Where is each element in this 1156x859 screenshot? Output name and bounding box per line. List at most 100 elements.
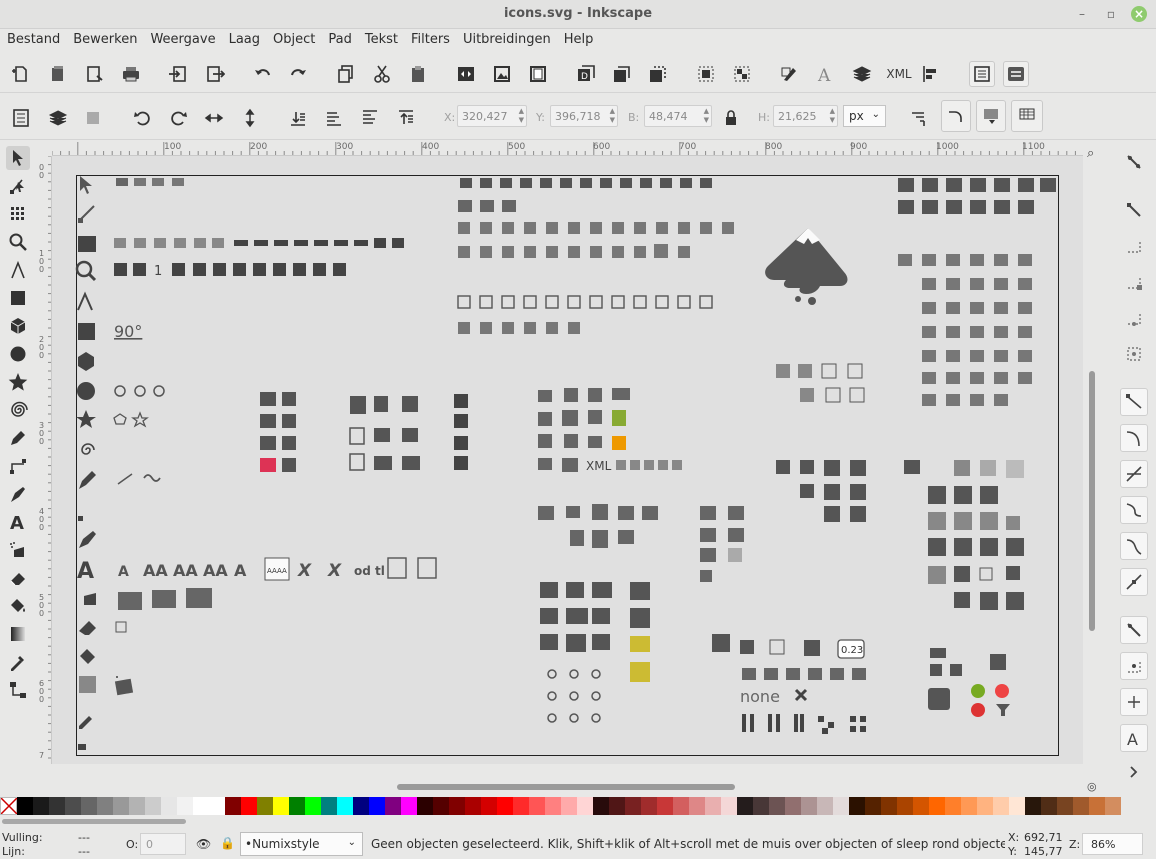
measure-tool-icon[interactable] (6, 258, 30, 282)
color-swatch[interactable] (33, 797, 49, 815)
horizontal-scroll-thumb[interactable] (397, 784, 735, 790)
spray-tool-icon[interactable] (6, 538, 30, 562)
color-swatch[interactable] (257, 797, 273, 815)
select-all-icon[interactable] (8, 105, 34, 131)
color-swatch[interactable] (1089, 797, 1105, 815)
cut-icon[interactable] (369, 61, 395, 87)
color-swatch[interactable] (129, 797, 145, 815)
print-icon[interactable] (118, 61, 144, 87)
raise-to-top-icon[interactable] (393, 105, 419, 131)
color-swatch[interactable] (1041, 797, 1057, 815)
document-properties-icon[interactable] (969, 61, 995, 87)
rectangle-tool-icon[interactable] (6, 286, 30, 310)
open-document-icon[interactable] (45, 61, 71, 87)
color-swatch[interactable] (321, 797, 337, 815)
menu-uitbreidingen[interactable]: Uitbreidingen (463, 29, 558, 51)
color-swatch[interactable] (385, 797, 401, 815)
color-swatch[interactable] (113, 797, 129, 815)
color-swatch[interactable] (161, 797, 177, 815)
color-swatch[interactable] (769, 797, 785, 815)
gradient-tool-icon[interactable] (6, 622, 30, 646)
ungroup-icon[interactable] (729, 61, 755, 87)
color-swatch[interactable] (417, 797, 433, 815)
color-swatch[interactable] (641, 797, 657, 815)
color-swatch[interactable] (17, 797, 33, 815)
color-swatch[interactable] (577, 797, 593, 815)
color-swatch[interactable] (65, 797, 81, 815)
color-swatch[interactable] (513, 797, 529, 815)
bezier-tool-icon[interactable] (6, 454, 30, 478)
color-swatch[interactable] (49, 797, 65, 815)
redo-icon[interactable] (285, 61, 311, 87)
color-swatch[interactable] (449, 797, 465, 815)
color-swatch[interactable] (1105, 797, 1121, 815)
lower-icon[interactable] (321, 105, 347, 131)
clone-icon[interactable] (609, 61, 635, 87)
deselect-icon[interactable] (80, 105, 106, 131)
undo-icon[interactable] (250, 61, 276, 87)
import-icon[interactable] (165, 61, 191, 87)
color-swatch[interactable] (801, 797, 817, 815)
color-swatch[interactable] (241, 797, 257, 815)
color-swatch[interactable] (865, 797, 881, 815)
align-distribute-icon[interactable] (918, 61, 944, 87)
vertical-scrollbar[interactable] (1085, 156, 1099, 776)
color-swatch[interactable] (97, 797, 113, 815)
eraser-tool-icon[interactable] (6, 566, 30, 590)
color-swatch[interactable] (897, 797, 913, 815)
scale-stroke-icon[interactable] (906, 105, 932, 131)
eye-icon[interactable]: 👁 (196, 837, 211, 851)
unit-select[interactable]: px ⌄ (843, 105, 886, 127)
menu-filters[interactable]: Filters (411, 29, 457, 51)
snap-enable-icon[interactable] (1120, 148, 1148, 176)
snap-nodes-icon[interactable] (1120, 388, 1148, 416)
snap-bbox-center-icon[interactable] (1120, 340, 1148, 368)
layer-select[interactable]: •Numixstyle ⌄ (240, 832, 363, 856)
raise-icon[interactable] (357, 105, 383, 131)
select-all-layers-icon[interactable] (45, 105, 71, 131)
layers-icon[interactable] (849, 61, 875, 87)
text-tool-icon[interactable]: A (6, 510, 30, 534)
minimize-icon[interactable]: – (1074, 6, 1090, 22)
snap-cusp-nodes-icon[interactable] (1120, 496, 1148, 524)
calligraphy-tool-icon[interactable] (6, 482, 30, 506)
palette-scroll-thumb[interactable] (2, 819, 186, 824)
flip-vertical-icon[interactable] (237, 105, 263, 131)
color-swatch[interactable] (81, 797, 97, 815)
new-document-icon[interactable] (8, 61, 34, 87)
snap-bbox-midpoint-icon[interactable] (1120, 304, 1148, 332)
dropper-tool-icon[interactable] (6, 650, 30, 674)
color-swatch[interactable] (913, 797, 929, 815)
color-swatch[interactable] (369, 797, 385, 815)
menu-pad[interactable]: Pad (328, 29, 358, 51)
move-gradients-icon[interactable] (976, 100, 1006, 132)
color-palette[interactable] (0, 797, 1156, 815)
duplicate-icon[interactable]: D (573, 61, 599, 87)
color-swatch[interactable] (689, 797, 705, 815)
zoom-page-icon[interactable] (525, 61, 551, 87)
color-swatch[interactable] (625, 797, 641, 815)
snap-object-centers-icon[interactable] (1120, 616, 1148, 644)
vertical-scroll-thumb[interactable] (1089, 371, 1095, 631)
y-field[interactable]: 396,718 ▲ ▼ (550, 105, 618, 127)
color-swatch[interactable] (337, 797, 353, 815)
export-icon[interactable] (202, 61, 228, 87)
snap-midpoints-icon[interactable] (1120, 568, 1148, 596)
color-swatch[interactable] (545, 797, 561, 815)
opacity-field[interactable]: 0 (140, 833, 186, 855)
lock-icon[interactable]: 🔒 (220, 836, 235, 850)
color-swatch[interactable] (1073, 797, 1089, 815)
paste-icon[interactable] (405, 61, 431, 87)
color-swatch[interactable] (1009, 797, 1025, 815)
text-font-icon[interactable]: A (813, 61, 839, 87)
snap-bbox-corner-icon[interactable] (1120, 268, 1148, 296)
lower-to-bottom-icon[interactable] (285, 105, 311, 131)
color-swatch[interactable] (177, 797, 193, 815)
group-icon[interactable] (693, 61, 719, 87)
lock-icon[interactable] (718, 105, 744, 131)
no-color-swatch[interactable] (0, 797, 17, 815)
connector-tool-icon[interactable] (6, 678, 30, 702)
menu-bewerken[interactable]: Bewerken (73, 29, 144, 51)
color-swatch[interactable] (497, 797, 513, 815)
maximize-icon[interactable]: ▫ (1103, 6, 1119, 22)
